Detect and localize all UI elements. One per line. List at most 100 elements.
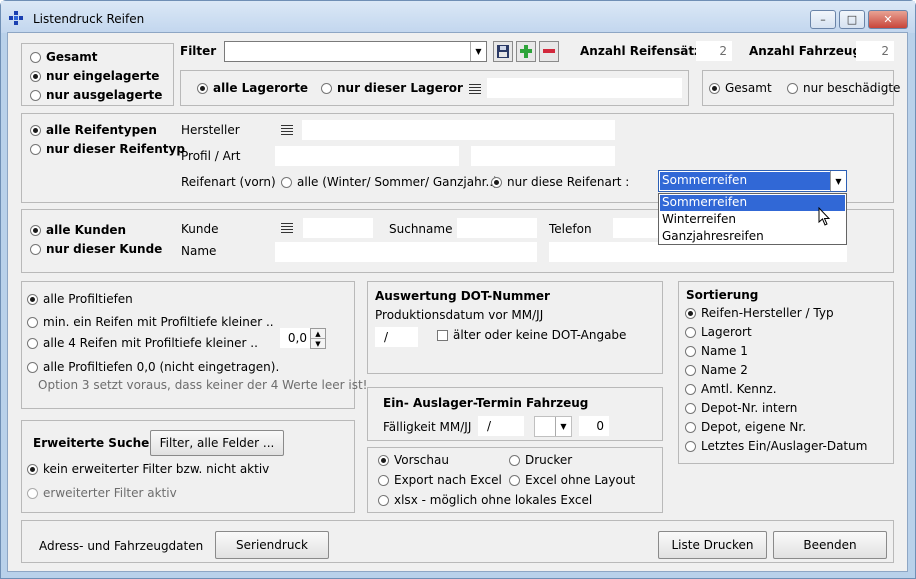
profil-field-2[interactable] [471, 146, 615, 166]
profil-radio-1[interactable] [27, 294, 38, 305]
reifenart-option-ganzjahr[interactable]: Ganzjahresreifen [660, 229, 845, 245]
list-icon[interactable] [281, 125, 293, 135]
save-filter-button[interactable] [493, 41, 513, 62]
fahrzeuge-count-field: 2 [856, 41, 894, 61]
sort-radio-2[interactable] [685, 327, 696, 338]
kunde-field[interactable] [303, 218, 373, 238]
maximize-button[interactable]: □ [839, 10, 865, 29]
sort-radio-5[interactable] [685, 384, 696, 395]
chevron-down-icon: ▼ [555, 417, 571, 436]
scope-radio-eingelagert[interactable] [30, 71, 41, 82]
damage-group: Gesamt nur beschädigte [702, 70, 900, 106]
profil-label-1: alle Profiltiefen [43, 292, 133, 306]
ausgabe-label-xlsx: xlsx - möglich ohne lokales Excel [394, 493, 593, 507]
lager-radio-one[interactable] [321, 83, 332, 94]
termin-dropdown[interactable]: ▼ [534, 416, 572, 437]
suchname-label: Suchname [389, 222, 453, 236]
profil-label: Profil / Art [181, 149, 241, 163]
close-button[interactable]: ✕ [868, 10, 908, 29]
sort-radio-3[interactable] [685, 346, 696, 357]
list-icon[interactable] [469, 84, 481, 94]
ausgabe-radio-drucker[interactable] [509, 455, 520, 466]
profiltiefe-field[interactable]: 0,0 [280, 328, 310, 348]
scope-radio-ausgelagert[interactable] [30, 90, 41, 101]
reifenart-selected: Sommerreifen [660, 172, 830, 190]
chevron-down-icon: ▼ [830, 171, 846, 191]
ausgabe-label-excel: Export nach Excel [394, 473, 502, 487]
reifenart-dropdown[interactable]: Sommerreifen ▼ [658, 170, 847, 192]
sort-label-4: Name 2 [701, 363, 748, 377]
dot-checkbox[interactable] [437, 330, 448, 341]
damage-radio-beschaedigt[interactable] [787, 83, 798, 94]
filter-all-fields-button[interactable]: Filter, alle Felder ... [150, 430, 284, 456]
main-panel: Gesamt nur eingelagerte nur ausgelagerte… [7, 32, 908, 572]
reifentyp-radio-one[interactable] [30, 144, 41, 155]
add-filter-button[interactable] [516, 41, 536, 62]
sort-radio-6[interactable] [685, 403, 696, 414]
reifentyp-radio-all[interactable] [30, 125, 41, 136]
profil-label-3: alle 4 Reifen mit Profiltiefe kleiner .. [43, 336, 258, 350]
beenden-button[interactable]: Beenden [773, 531, 887, 559]
profil-label-2: min. ein Reifen mit Profiltiefe kleiner … [43, 315, 274, 329]
ausgabe-radio-vorschau[interactable] [378, 455, 389, 466]
scope-label-ausgelagert: nur ausgelagerte [46, 88, 163, 102]
name-label: Name [181, 244, 217, 258]
dot-date-field[interactable]: / [375, 327, 418, 347]
scope-label-eingelagert: nur eingelagerte [46, 69, 160, 83]
reifenart-label: Reifenart (vorn) [181, 175, 276, 189]
chevron-down-icon: ▼ [470, 42, 486, 61]
sort-label-1: Reifen-Hersteller / Typ [701, 306, 834, 320]
profil-label-4: alle Profiltiefen 0,0 (nicht eingetragen… [43, 360, 280, 374]
ausgabe-radio-excel-ohne[interactable] [509, 475, 520, 486]
suchname-field[interactable] [457, 218, 537, 238]
sort-radio-8[interactable] [685, 441, 696, 452]
name-field-1[interactable] [275, 242, 537, 262]
profil-radio-4[interactable] [27, 362, 38, 373]
termin-label: Fälligkeit MM/JJ [383, 420, 472, 434]
list-icon[interactable] [281, 223, 293, 233]
kunde-label: Kunde [181, 222, 219, 236]
seriendruck-button[interactable]: Seriendruck [215, 531, 329, 559]
ausgabe-radio-xlsx[interactable] [378, 495, 389, 506]
scope-label-gesamt: Gesamt [46, 50, 98, 64]
mouse-cursor-icon [818, 207, 831, 226]
profil-radio-2[interactable] [27, 317, 38, 328]
sort-label-5: Amtl. Kennz. [701, 382, 777, 396]
ausgabe-radio-excel[interactable] [378, 475, 389, 486]
profiltiefe-spinner[interactable]: ▲ ▼ [310, 328, 326, 349]
termin-count-field[interactable]: 0 [579, 416, 609, 436]
window-title: Listendruck Reifen [33, 12, 145, 26]
profil-radio-3[interactable] [27, 338, 38, 349]
sort-label-2: Lagerort [701, 325, 752, 339]
sort-radio-7[interactable] [685, 422, 696, 433]
ausgabe-group: Vorschau Drucker Export nach Excel Excel… [367, 447, 663, 513]
sort-radio-1[interactable] [685, 308, 696, 319]
plus-icon [520, 45, 532, 58]
hersteller-field[interactable] [302, 120, 615, 140]
scope-radio-gesamt[interactable] [30, 52, 41, 63]
liste-drucken-button[interactable]: Liste Drucken [658, 531, 767, 559]
lagerort-field[interactable] [487, 78, 682, 98]
remove-filter-button[interactable] [539, 41, 559, 62]
reifenart-radio-all[interactable] [281, 177, 292, 188]
lager-radio-all[interactable] [197, 83, 208, 94]
minimize-button[interactable]: – [810, 10, 836, 29]
spin-down-icon[interactable]: ▼ [311, 339, 325, 349]
filter-dropdown[interactable]: ▼ [224, 41, 487, 62]
erweitert-title: Erweiterte Suche [33, 436, 150, 450]
name-field-2[interactable] [549, 242, 847, 262]
kunden-radio-one[interactable] [30, 244, 41, 255]
damage-radio-gesamt[interactable] [709, 83, 720, 94]
erweitert-group: Erweiterte Suche Filter, alle Felder ...… [21, 420, 355, 513]
spin-up-icon[interactable]: ▲ [311, 329, 325, 339]
termin-date-field[interactable]: / [478, 416, 524, 436]
sort-radio-4[interactable] [685, 365, 696, 376]
profil-field-1[interactable] [275, 146, 459, 166]
kunden-radio-all[interactable] [30, 225, 41, 236]
erweitert-radio-off[interactable] [27, 464, 38, 475]
sort-label-8: Letztes Ein/Auslager-Datum [701, 439, 868, 453]
reifenart-radio-one[interactable] [491, 177, 502, 188]
dot-title: Auswertung DOT-Nummer [375, 289, 550, 303]
ausgabe-label-vorschau: Vorschau [394, 453, 449, 467]
dot-checkbox-label: älter oder keine DOT-Angabe [453, 328, 627, 342]
